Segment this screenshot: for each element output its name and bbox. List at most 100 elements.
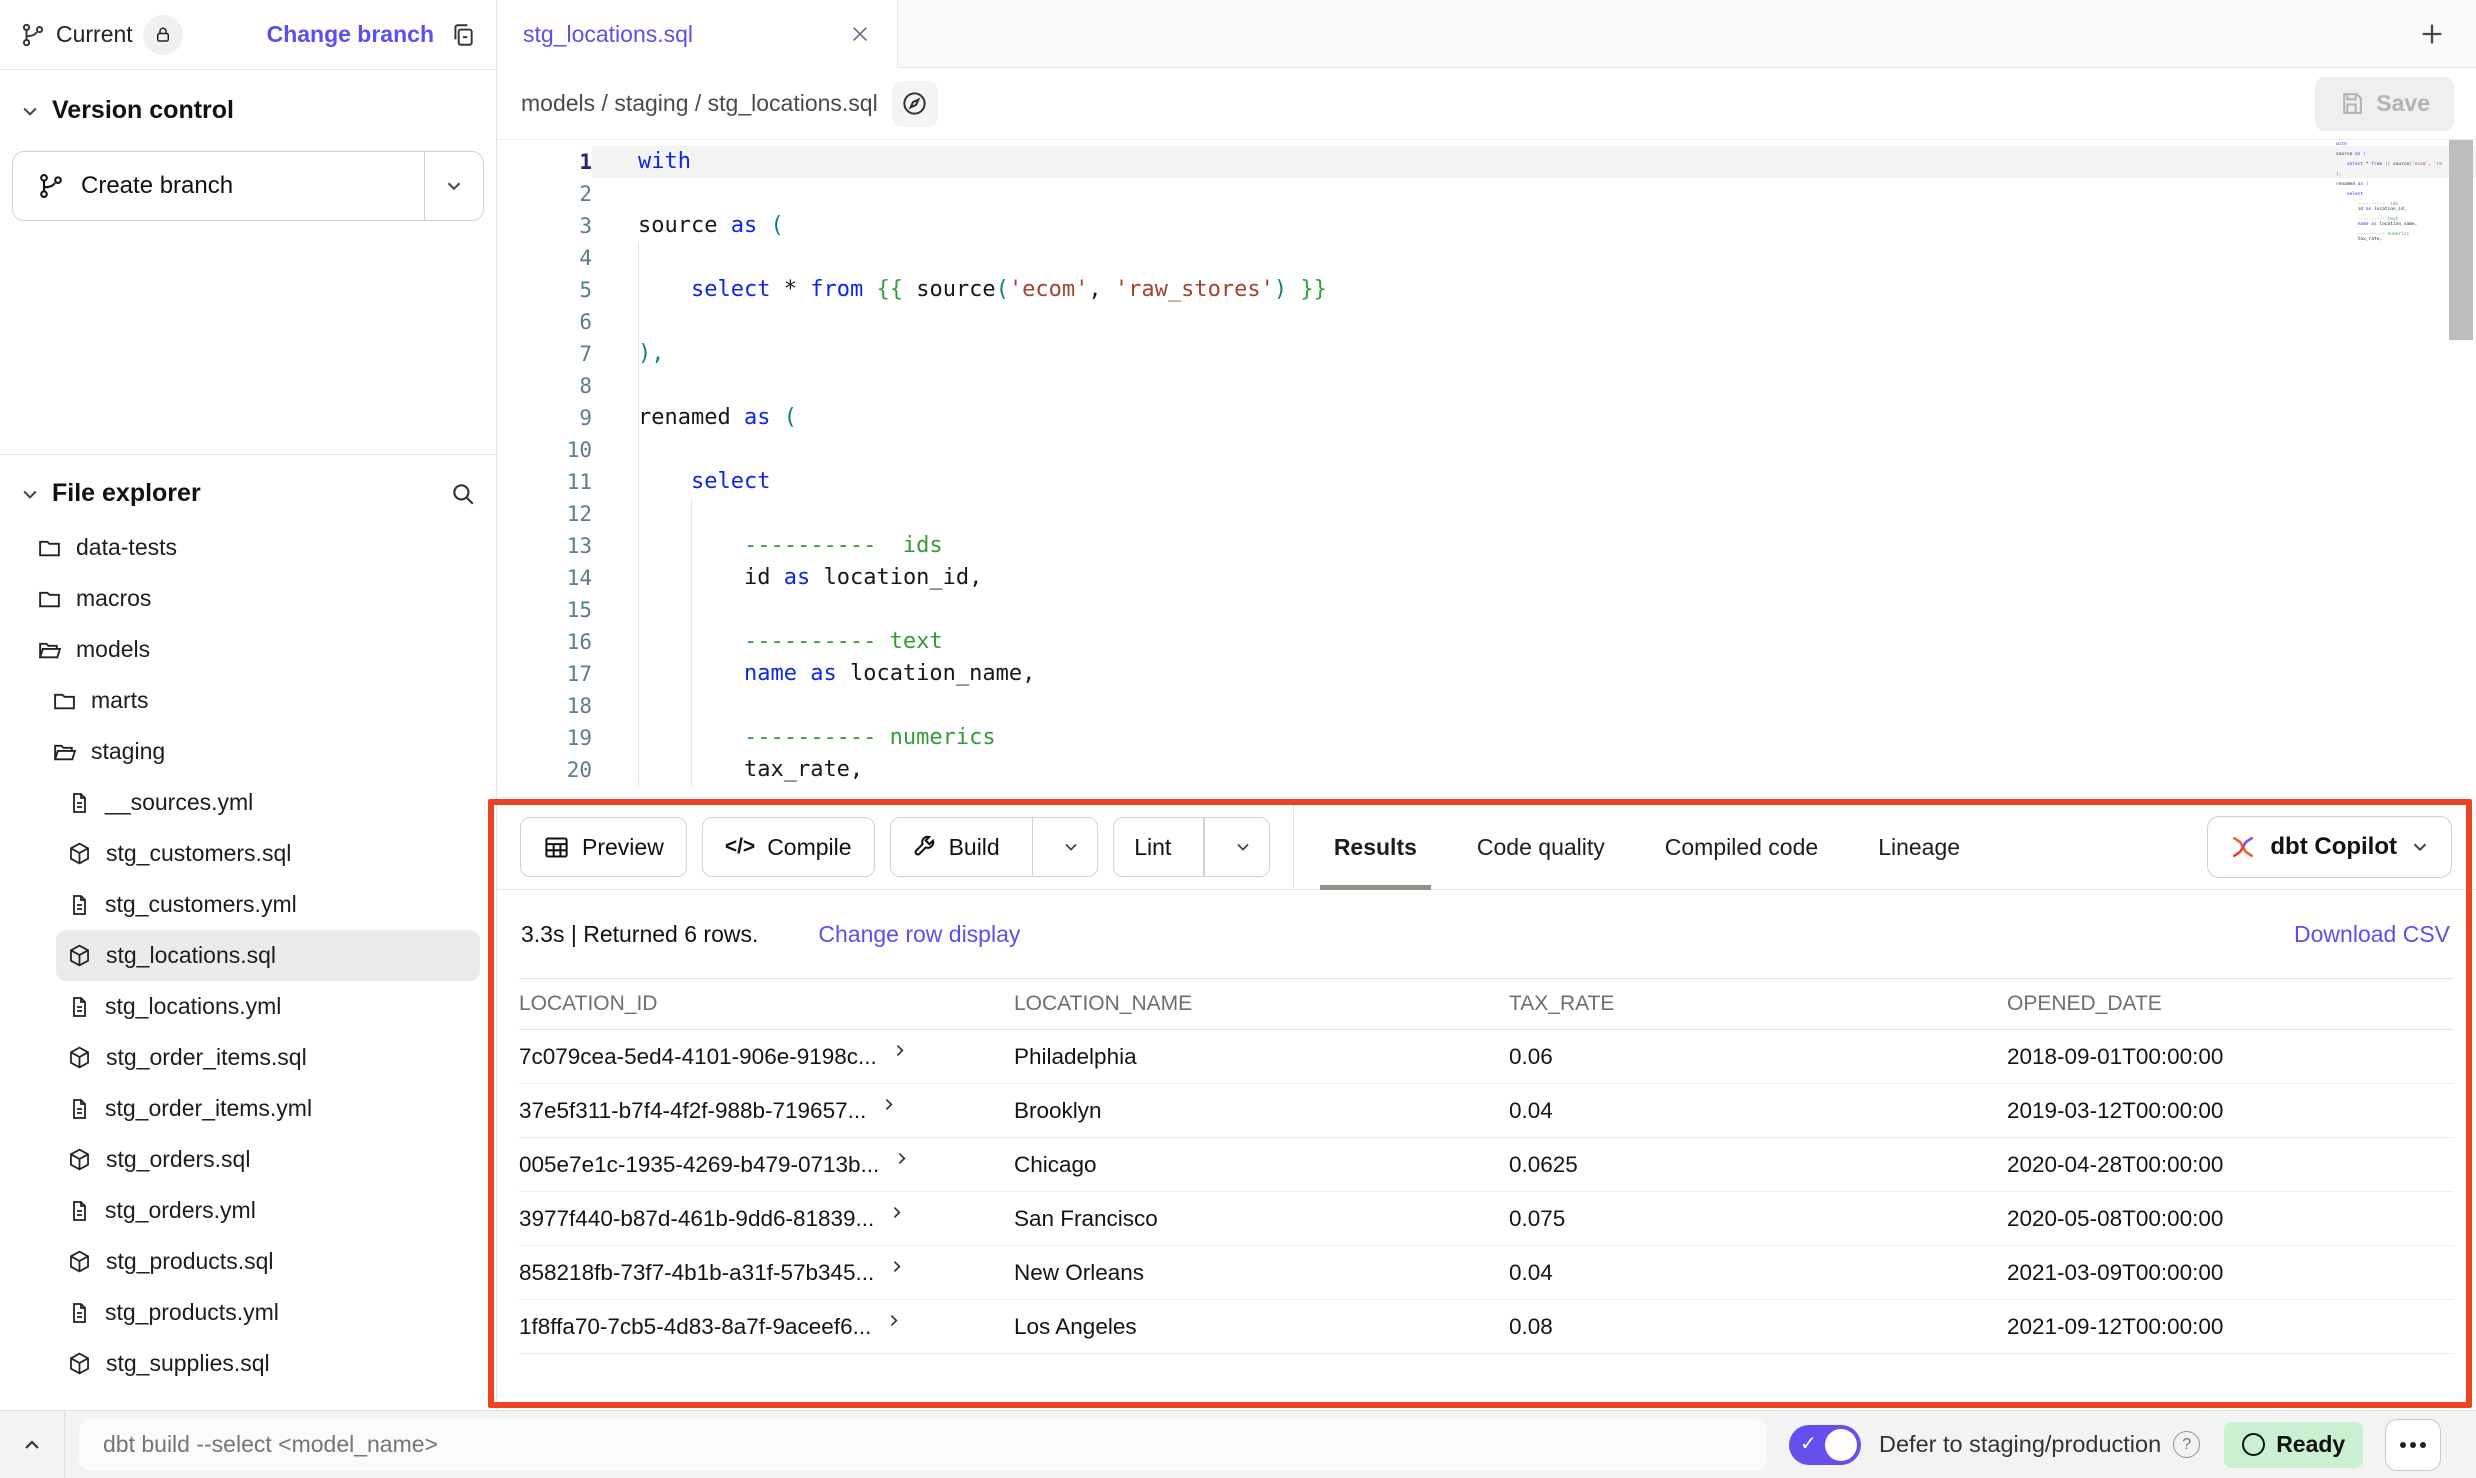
expand-row-icon[interactable] — [880, 1096, 897, 1113]
file-explorer-title: File explorer — [52, 479, 201, 508]
cell-tax_rate: 0.04 — [1509, 1260, 2007, 1286]
tree-item-stg-products-yml[interactable]: stg_products.yml — [0, 1287, 496, 1338]
search-icon[interactable] — [450, 481, 476, 507]
tree-item-models[interactable]: models — [0, 624, 496, 675]
save-button[interactable]: Save — [2315, 77, 2454, 131]
cell-text: 1f8ffa70-7cb5-4d83-8a7f-9aceef6... — [519, 1314, 871, 1340]
create-branch-dropdown[interactable] — [425, 152, 483, 220]
build-dropdown[interactable] — [1045, 818, 1097, 876]
version-control-section-header[interactable]: Version control — [0, 70, 496, 133]
tree-item-stg-supplies-sql[interactable]: stg_supplies.sql — [0, 1338, 496, 1389]
git-branch-icon — [37, 172, 65, 200]
button-divider — [1203, 818, 1205, 876]
more-options-button[interactable] — [2385, 1419, 2441, 1471]
create-branch-main[interactable]: Create branch — [13, 152, 424, 220]
close-tab-icon[interactable] — [849, 23, 871, 45]
expand-row-icon[interactable] — [885, 1312, 902, 1329]
minimap[interactable]: 1with23source as (45 select * from {{ so… — [2334, 142, 2442, 242]
build-main[interactable]: Build — [891, 818, 1020, 876]
results-info-row: 3.3s | Returned 6 rows. Change row displ… — [497, 890, 2476, 978]
tree-item-stg-order-items-yml[interactable]: stg_order_items.yml — [0, 1083, 496, 1134]
tree-item-label: stg_order_items.sql — [106, 1044, 307, 1071]
cell-tax_rate: 0.08 — [1509, 1314, 2007, 1340]
lint-main[interactable]: Lint — [1114, 818, 1191, 876]
chevron-up-icon — [20, 1433, 44, 1457]
table-row: 005e7e1c-1935-4269-b479-0713b...Chicago0… — [519, 1138, 2454, 1192]
tree-item-stg-locations-sql[interactable]: stg_locations.sql — [56, 930, 480, 981]
panel-tab-code-quality[interactable]: Code quality — [1447, 805, 1635, 890]
code-text: source as ( — [592, 210, 2476, 242]
indent-guide — [638, 242, 639, 786]
lint-dropdown[interactable] — [1217, 818, 1269, 876]
tree-item-stg-orders-yml[interactable]: stg_orders.yml — [0, 1185, 496, 1236]
line-number: 4 — [497, 242, 592, 274]
cell-location_id: 37e5f311-b7f4-4f2f-988b-719657... — [519, 1098, 1014, 1124]
defer-toggle[interactable]: ✓ — [1789, 1425, 1861, 1465]
file-explorer-header[interactable]: File explorer — [0, 455, 496, 520]
code-text: id as location_id, — [592, 562, 2476, 594]
file-explorer-section: File explorer data-tests macros modelsmart… — [0, 454, 496, 1389]
preview-button[interactable]: Preview — [520, 817, 687, 877]
code-line: 6 — [497, 306, 2476, 338]
panel-tab-results[interactable]: Results — [1304, 805, 1447, 890]
defer-label: Defer to staging/production — [1879, 1431, 2161, 1458]
code-editor[interactable]: 1with23source as (45 select * from {{ so… — [497, 140, 2476, 805]
dbt-copilot-button[interactable]: dbt Copilot — [2207, 816, 2452, 878]
line-number: 12 — [497, 498, 592, 530]
build-button[interactable]: Build — [890, 817, 1099, 877]
doc-icon — [67, 1199, 91, 1223]
expand-row-icon[interactable] — [888, 1204, 905, 1221]
tree-item-stg-customers-yml[interactable]: stg_customers.yml — [0, 879, 496, 930]
copy-icon[interactable] — [450, 22, 476, 48]
compile-button[interactable]: </> Compile — [702, 817, 875, 877]
current-branch-label: Current — [56, 21, 133, 48]
help-icon[interactable]: ? — [2173, 1431, 2200, 1458]
tree-item-stg-products-sql[interactable]: stg_products.sql — [0, 1236, 496, 1287]
code-line: 3source as ( — [497, 210, 2476, 242]
expand-row-icon[interactable] — [893, 1150, 910, 1167]
tree-item-stg-orders-sql[interactable]: stg_orders.sql — [0, 1134, 496, 1185]
cell-location_name: San Francisco — [1014, 1206, 1509, 1232]
tree-item-staging[interactable]: staging — [0, 726, 496, 777]
tree-item-stg-order-items-sql[interactable]: stg_order_items.sql — [0, 1032, 496, 1083]
change-row-display-link[interactable]: Change row display — [818, 921, 1020, 948]
copilot-label: dbt Copilot — [2270, 833, 2397, 861]
folder-icon — [37, 586, 62, 611]
column-header-location_name: LOCATION_NAME — [1014, 992, 1509, 1016]
tree-item-label: stg_customers.sql — [106, 840, 291, 867]
collapse-panel-button[interactable] — [0, 1411, 64, 1478]
command-input[interactable] — [79, 1419, 1767, 1471]
change-branch-link[interactable]: Change branch — [267, 21, 434, 48]
expand-row-icon[interactable] — [891, 1042, 908, 1059]
editor-scrollbar[interactable] — [2449, 140, 2473, 340]
cell-tax_rate: 0.075 — [1509, 1206, 2007, 1232]
download-csv-link[interactable]: Download CSV — [2294, 921, 2450, 948]
plus-icon — [2418, 20, 2446, 48]
lint-button[interactable]: Lint — [1113, 817, 1270, 877]
lineage-compass-icon[interactable] — [892, 81, 938, 127]
expand-row-icon[interactable] — [888, 1258, 905, 1275]
create-branch-button[interactable]: Create branch — [12, 151, 484, 221]
code-text: ---------- text — [592, 626, 2476, 658]
tree-item--sources-yml[interactable]: __sources.yml — [0, 777, 496, 828]
new-tab-button[interactable] — [2404, 0, 2460, 68]
tree-item-marts[interactable]: marts — [0, 675, 496, 726]
panel-tab-compiled-code[interactable]: Compiled code — [1635, 805, 1848, 890]
check-icon: ✓ — [1800, 1431, 1817, 1456]
cell-opened_date: 2021-03-09T00:00:00 — [2007, 1260, 2454, 1286]
table-row: 7c079cea-5ed4-4101-906e-9198c...Philadel… — [519, 1030, 2454, 1084]
tree-item-stg-locations-yml[interactable]: stg_locations.yml — [0, 981, 496, 1032]
column-header-opened_date: OPENED_DATE — [2007, 992, 2454, 1016]
tree-item-macros[interactable]: macros — [0, 573, 496, 624]
chevron-down-icon — [2409, 836, 2431, 858]
tree-item-data-tests[interactable]: data-tests — [0, 522, 496, 573]
dbt-cloud-ide: Current Change branch Version control — [0, 0, 2476, 1478]
cell-location_id: 1f8ffa70-7cb5-4d83-8a7f-9aceef6... — [519, 1314, 1014, 1340]
panel-tab-lineage[interactable]: Lineage — [1848, 805, 1990, 890]
tab-stg-locations-sql[interactable]: stg_locations.sql — [497, 0, 898, 68]
code-line: 14 id as location_id, — [497, 562, 2476, 594]
tree-item-stg-customers-sql[interactable]: stg_customers.sql — [0, 828, 496, 879]
line-number: 17 — [497, 658, 592, 690]
panel-toolbar: Preview </> Compile Build — [497, 805, 2476, 890]
tree-item-label: macros — [76, 585, 151, 612]
